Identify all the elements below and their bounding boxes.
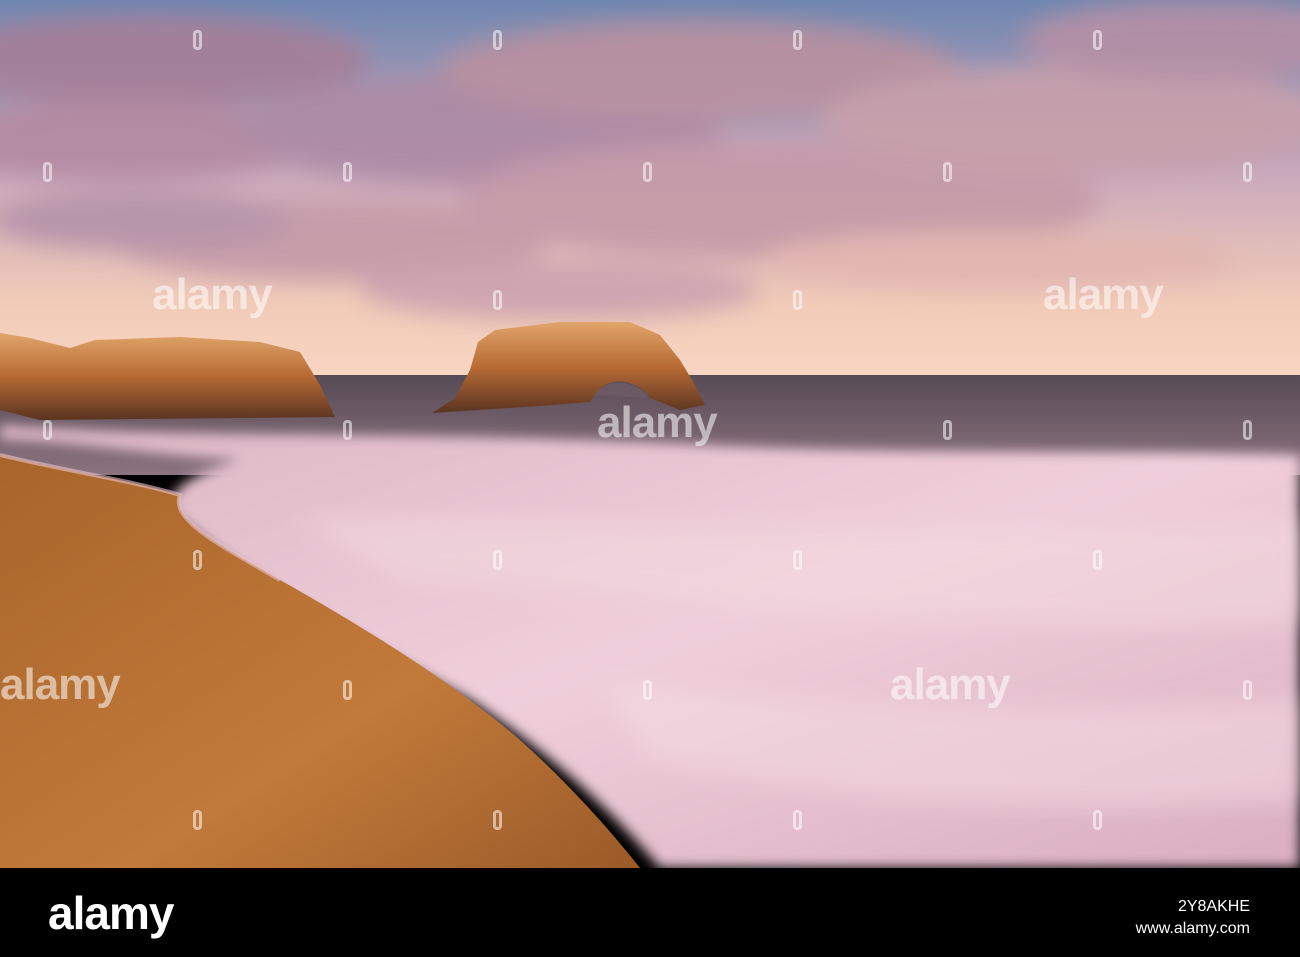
alamy-logo: alamy: [48, 887, 174, 939]
footer-meta: 2Y8AKHE www.alamy.com: [1136, 896, 1250, 940]
photo-illustration: [0, 0, 1300, 868]
image-id: 2Y8AKHE: [1177, 898, 1250, 915]
footer-bar: alamy 2Y8AKHE www.alamy.com: [0, 868, 1300, 957]
photo-coastal-arch-sunset: [0, 0, 1300, 868]
site-url[interactable]: www.alamy.com: [1136, 918, 1250, 940]
stock-photo-preview: alamy alamy alamy alamy alamy alamy 2Y8A…: [0, 0, 1300, 957]
